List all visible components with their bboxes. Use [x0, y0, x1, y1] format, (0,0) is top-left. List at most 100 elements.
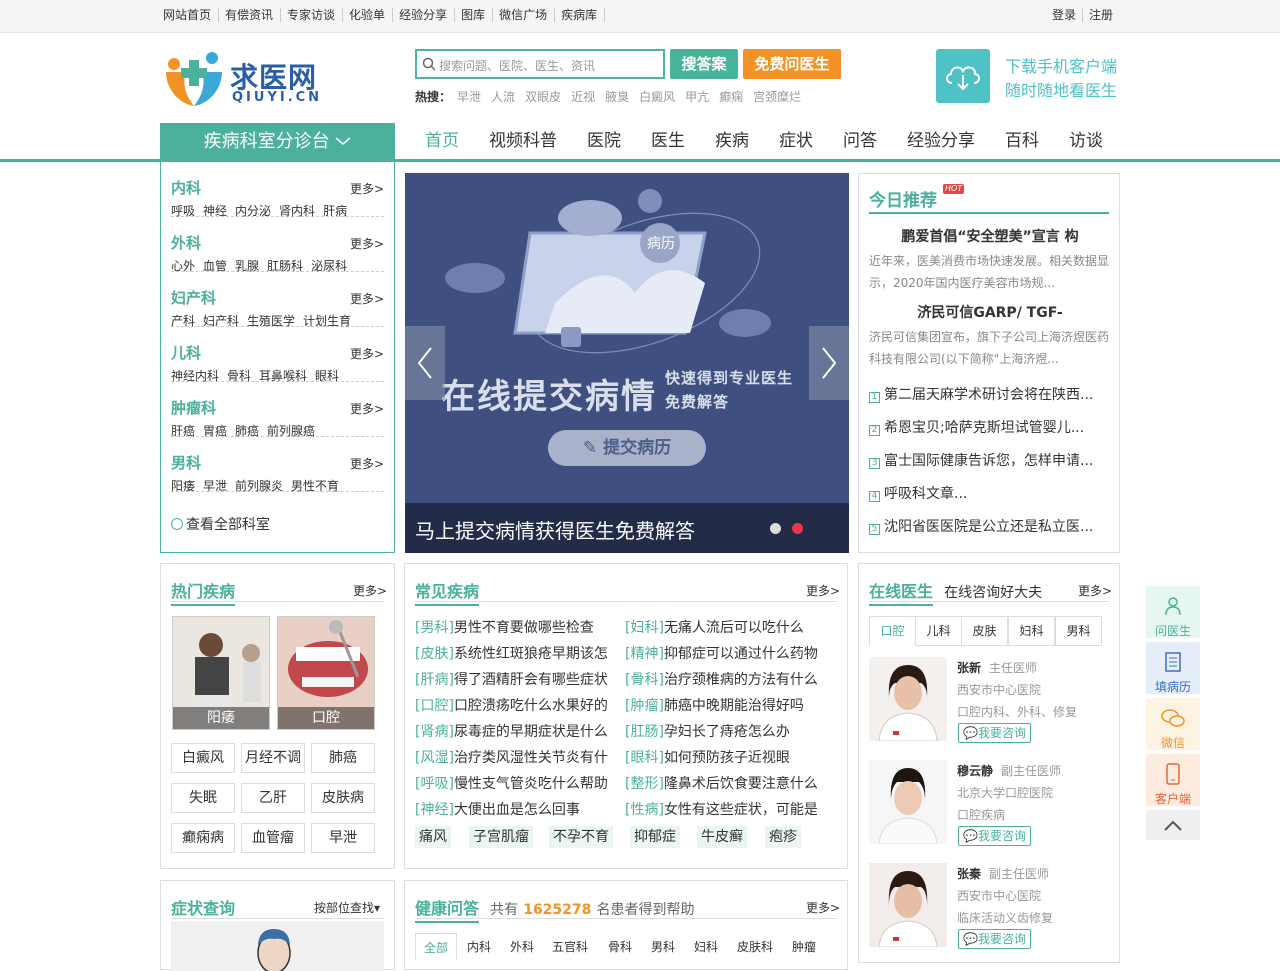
dept-triage-button[interactable]: 疾病科室分诊台	[160, 123, 395, 162]
dept-title[interactable]: 妇产科	[171, 287, 216, 308]
today-list-item[interactable]: 1 第二届天麻学术研讨会将在陕西...	[869, 384, 1093, 404]
dept-more-link[interactable]: 更多>	[350, 400, 384, 417]
nav-item-qa[interactable]: 问答	[828, 126, 892, 156]
banner-next-button[interactable]	[809, 326, 849, 400]
dept-sub[interactable]: 男性不育	[291, 477, 339, 494]
question-category[interactable]: [肛肠]	[625, 724, 664, 740]
app-download-icon[interactable]	[936, 49, 990, 103]
nav-item-home[interactable]: 首页	[410, 126, 474, 156]
top-link-expert-interview[interactable]: 专家访谈	[287, 8, 344, 22]
disease-keyword-tag[interactable]: 子宫肌瘤	[469, 826, 533, 848]
question-row[interactable]: [肛肠]孕妇长了痔疮怎么办	[625, 721, 790, 741]
doctor-photo[interactable]	[869, 657, 947, 741]
doctor-photo[interactable]	[869, 863, 947, 947]
by-body-part-dropdown[interactable]: 按部位查找▾	[314, 899, 380, 916]
question-row[interactable]: [精神]抑郁症可以通过什么药物	[625, 643, 818, 663]
nav-item-video[interactable]: 视频科普	[474, 126, 572, 156]
hot-term[interactable]: 近视	[571, 88, 595, 105]
dept-sub[interactable]: 前列腺炎	[235, 477, 283, 494]
question-category[interactable]: [妇科]	[625, 620, 664, 636]
dept-sub[interactable]: 阳痿	[171, 477, 195, 494]
hot-term[interactable]: 白癜风	[639, 88, 675, 105]
article-headline[interactable]: 鹏爱首倡“安全塑美”宣言 构	[869, 226, 1111, 246]
login-link[interactable]: 登录	[1052, 8, 1084, 22]
qa-tab[interactable]: 男科	[644, 933, 682, 961]
doctor-photo[interactable]	[869, 760, 947, 844]
body-figure[interactable]	[171, 921, 384, 971]
disease-tag[interactable]: 血管瘤	[241, 823, 305, 853]
question-category[interactable]: [神经]	[415, 802, 454, 818]
today-list-item[interactable]: 3 富士国际健康告诉您，怎样申请...	[869, 450, 1093, 470]
float-fill-record[interactable]: 填病历	[1146, 642, 1200, 696]
site-logo[interactable]: 求医网 QIUYI.CN	[160, 50, 330, 108]
question-category[interactable]: [性病]	[625, 802, 664, 818]
qa-tab[interactable]: 肿瘤	[785, 933, 823, 961]
nav-item-disease[interactable]: 疾病	[700, 126, 764, 156]
nav-item-symptom[interactable]: 症状	[764, 126, 828, 156]
qa-tab[interactable]: 内科	[460, 933, 498, 961]
today-list-item[interactable]: 4 呼吸科文章...	[869, 483, 967, 503]
question-row[interactable]: [整形]隆鼻术后饮食要注意什么	[625, 773, 818, 793]
dept-more-link[interactable]: 更多>	[350, 235, 384, 252]
tab-pediatrics[interactable]: 儿科	[915, 616, 962, 646]
top-link-experience[interactable]: 经验分享	[399, 8, 456, 22]
carousel-dot-active[interactable]	[792, 523, 803, 534]
banner-prev-button[interactable]	[405, 326, 445, 400]
article-headline[interactable]: 济民可信GARP/ TGF-	[869, 302, 1111, 322]
qa-tab[interactable]: 五官科	[546, 933, 594, 961]
hot-term[interactable]: 腋臭	[605, 88, 629, 105]
qa-tab[interactable]: 骨科	[601, 933, 639, 961]
qa-tab[interactable]: 外科	[503, 933, 541, 961]
question-category[interactable]: [口腔]	[415, 698, 454, 714]
tab-dermatology[interactable]: 皮肤	[961, 616, 1008, 646]
question-row[interactable]: [肿瘤]肺癌中晚期能治得好吗	[625, 695, 804, 715]
consult-button[interactable]: 💬我要咨询	[958, 826, 1031, 846]
nav-item-doctor[interactable]: 医生	[636, 126, 700, 156]
today-list-item[interactable]: 2 希恩宝贝;哈萨克斯坦试管婴儿...	[869, 417, 1084, 437]
question-row[interactable]: [肝病]得了酒精肝会有哪些症状	[415, 669, 608, 689]
question-category[interactable]: [肾病]	[415, 724, 454, 740]
top-link-disease-lib[interactable]: 疾病库	[561, 8, 606, 22]
question-category[interactable]: [风湿]	[415, 750, 454, 766]
back-to-top-button[interactable]	[1146, 810, 1200, 840]
disease-keyword-tag[interactable]: 痛风	[415, 826, 451, 848]
question-row[interactable]: [口腔]口腔溃疡吃什么水果好的	[415, 695, 608, 715]
top-link-lab-report[interactable]: 化验单	[349, 8, 394, 22]
top-link-paid-info[interactable]: 有偿资讯	[225, 8, 282, 22]
all-departments-link[interactable]: 查看全部科室	[171, 514, 270, 534]
question-row[interactable]: [呼吸]慢性支气管炎吃什么帮助	[415, 773, 608, 793]
question-row[interactable]: [肾病]尿毒症的早期症状是什么	[415, 721, 608, 741]
disease-tag[interactable]: 失眠	[171, 783, 235, 813]
disease-tag[interactable]: 早泄	[311, 823, 375, 853]
question-category[interactable]: [精神]	[625, 646, 664, 662]
hot-term[interactable]: 癫痫	[719, 88, 743, 105]
doctor-name[interactable]: 穆云静	[957, 764, 993, 778]
disease-tag[interactable]: 白癜风	[171, 743, 235, 773]
nav-item-wiki[interactable]: 百科	[990, 126, 1054, 156]
top-link-gallery[interactable]: 图库	[461, 8, 494, 22]
qa-tab[interactable]: 妇科	[687, 933, 725, 961]
disease-keyword-tag[interactable]: 疱疹	[765, 826, 801, 848]
question-category[interactable]: [骨科]	[625, 672, 664, 688]
disease-tag[interactable]: 癫痫病	[171, 823, 235, 853]
dept-sub[interactable]: 早泄	[203, 477, 227, 494]
nav-item-interview[interactable]: 访谈	[1054, 126, 1118, 156]
hot-term[interactable]: 甲亢	[685, 88, 709, 105]
question-row[interactable]: [风湿]治疗类风湿性关节炎有什	[415, 747, 608, 767]
doctor-name[interactable]: 张秦	[957, 867, 981, 881]
question-category[interactable]: [皮肤]	[415, 646, 454, 662]
dept-more-link[interactable]: 更多>	[350, 455, 384, 472]
question-category[interactable]: [男科]	[415, 620, 454, 636]
question-category[interactable]: [肝病]	[415, 672, 454, 688]
banner-carousel[interactable]: 病历 在线提交病情 快速得到专业医生 免费解答 ✎ 提交病历 马上提交病情获得医…	[405, 173, 849, 553]
search-input[interactable]: 搜索问题、医院、医生、资讯	[415, 49, 665, 79]
question-category[interactable]: [整形]	[625, 776, 664, 792]
free-ask-doctor-button[interactable]: 免费问医生	[743, 49, 841, 79]
disease-tag[interactable]: 肺癌	[311, 743, 375, 773]
qa-tab-all[interactable]: 全部	[415, 933, 457, 961]
question-row[interactable]: [骨科]治疗颈椎病的方法有什么	[625, 669, 818, 689]
disease-keyword-tag[interactable]: 牛皮癣	[697, 826, 747, 848]
disease-pic-card[interactable]: 口腔	[277, 616, 375, 730]
submit-record-button[interactable]: ✎ 提交病历	[548, 430, 706, 466]
tab-gynecology[interactable]: 妇科	[1008, 616, 1055, 646]
